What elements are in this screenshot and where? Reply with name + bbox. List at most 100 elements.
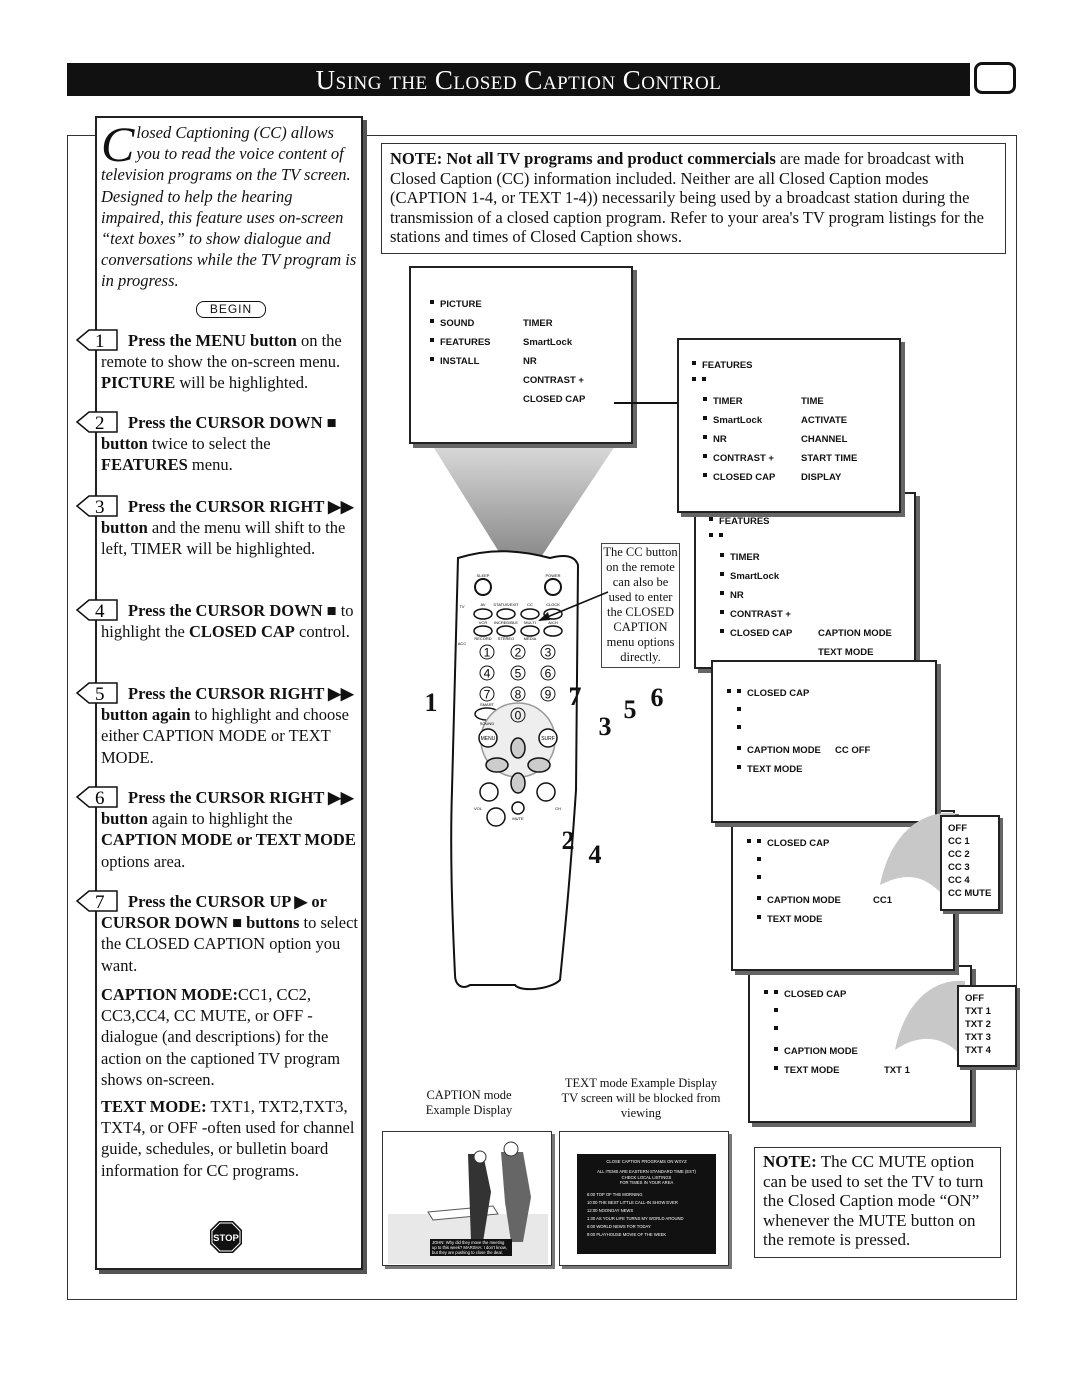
menu-item: PICTURE: [440, 299, 482, 310]
bullet-icon: [774, 990, 778, 994]
bullet-icon: [720, 572, 724, 576]
option-item: CC 3: [948, 862, 970, 873]
option-item: CC 1: [948, 836, 970, 847]
cursor-left-button[interactable]: [485, 757, 509, 773]
menu-item: CAPTION MODE: [767, 895, 841, 906]
step-3: 3 Press the CURSOR RIGHT ▶▶ button and th…: [75, 495, 361, 560]
step-1: 1 Press the MENU button on the remote to …: [75, 329, 361, 394]
features-menu-screen-2: FEATURES TIMER SmartLock NR CONTRAST + CLOSED…: [694, 492, 916, 669]
intro-text: Closed Captioning (CC) allows you to rea…: [101, 119, 359, 292]
bullet-icon: [757, 857, 761, 861]
bullet-icon: [703, 416, 707, 420]
caption-mode-options: OFF CC 1 CC 2 CC 3 CC 4 CC MUTE: [940, 815, 1000, 911]
step-text: Press the CURSOR RIGHT ▶▶ button and the…: [101, 496, 361, 560]
step-text: Press the CURSOR DOWN ■ button twice to …: [101, 412, 361, 476]
remote-button-label: STEREO: [498, 636, 514, 641]
menu-item: DISPLAY: [801, 472, 842, 483]
text: twice to select the: [147, 434, 271, 454]
caption-mode-caption: CAPTION mode Example Display: [425, 1088, 513, 1117]
bold-text: FEATURES: [101, 455, 188, 475]
cursor-down-button[interactable]: [510, 772, 526, 794]
bold-text: Press the MENU button: [128, 331, 297, 350]
option-item: OFF: [965, 993, 984, 1004]
step-number-badge: 6: [75, 786, 118, 809]
menu-label: MENU: [481, 736, 496, 742]
option-item: CC MUTE: [948, 888, 992, 899]
bullet-icon: [737, 689, 741, 693]
bullet-icon: [774, 1008, 778, 1012]
option-item: OFF: [948, 823, 967, 834]
text-mode-caption: TEXT mode Example Display TV screen will…: [561, 1076, 721, 1120]
remote-button-label: VOL: [474, 806, 483, 811]
step-text: Press the MENU button on the remote to s…: [101, 330, 361, 394]
option-item: CC 2: [948, 849, 970, 860]
surf-label: SURF: [541, 736, 555, 742]
step-4: 4 Press the CURSOR DOWN ■ to highlight th…: [75, 599, 361, 642]
cursor-right-button[interactable]: [527, 757, 551, 773]
step-text: Press the CURSOR RIGHT ▶▶ button again t…: [101, 787, 361, 872]
bullet-icon: [703, 473, 707, 477]
caption-subtitle: JOHN: Why did they move the meeting up t…: [430, 1239, 512, 1256]
bullet-icon: [703, 397, 707, 401]
menu-item: NR: [730, 590, 744, 601]
note-broadcast: NOTE: Not all TV programs and product co…: [381, 143, 1006, 254]
menu-item: NR: [523, 356, 537, 367]
bullet-icon: [703, 454, 707, 458]
menu-item: TIMER: [523, 318, 553, 329]
svg-text:7: 7: [95, 892, 105, 913]
text-mode-example-image: CLOSE CAPTION PROGRAMS ON WXYZ ALL ITEMS …: [559, 1131, 729, 1266]
option-item: TXT 4: [965, 1045, 991, 1056]
bold-text: Press the CURSOR UP ▶ or CURSOR DOWN ■ b…: [101, 892, 327, 933]
step-7: 7 Press the CURSOR UP ▶ or CURSOR DOWN ■ …: [75, 890, 361, 976]
bullet-icon: [727, 689, 731, 693]
menu-item: CLOSED CAP: [730, 628, 793, 639]
listing-row: 1:30 AS YOUR LIFE TURNS MY WORLD AROUND: [587, 1215, 684, 1221]
option-item: TXT 2: [965, 1019, 991, 1030]
bullet-icon: [692, 361, 696, 365]
bold-text: CAPTION MODE or TEXT MODE: [101, 830, 356, 850]
step-number-badge: 5: [75, 682, 118, 705]
option-item: CC 4: [948, 875, 970, 886]
menu-item: CLOSED CAP: [767, 838, 830, 849]
svg-text:1: 1: [95, 331, 105, 352]
cursor-up-button[interactable]: [510, 737, 526, 759]
remote-button-label: VCR: [479, 620, 488, 625]
bullet-icon: [737, 707, 741, 711]
tv-screen-icon: [974, 62, 1016, 94]
remote-button-label: RECORD: [474, 636, 491, 641]
menu-item: CONTRAST +: [523, 375, 584, 386]
bullet-icon: [720, 629, 724, 633]
step-tag: 7: [568, 682, 582, 711]
remote-button-label: ACC: [458, 641, 467, 646]
option-item: TXT 1: [965, 1006, 991, 1017]
menu-item: NR: [713, 434, 727, 445]
svg-text:4: 4: [95, 601, 105, 622]
svg-text:3: 3: [95, 497, 105, 518]
listing-row: 12:00 NOONDAY NEWS: [587, 1207, 634, 1213]
intro-body: losed Captioning (CC) allows you to read…: [101, 123, 357, 291]
bold-text: TEXT MODE:: [101, 1097, 207, 1116]
begin-badge: BEGIN: [196, 301, 266, 318]
step-2: 2 Press the CURSOR DOWN ■ button twice to…: [75, 411, 361, 476]
svg-text:6: 6: [95, 788, 105, 809]
menu-item: FEATURES: [440, 337, 491, 348]
bullet-icon: [737, 725, 741, 729]
step-number-badge: 1: [75, 329, 118, 352]
remote-button-label: SMART: [480, 702, 494, 707]
remote-button-label: SLEEP: [477, 573, 490, 578]
bold-text: CLOSED CAP: [189, 622, 295, 642]
note-bold: NOTE:: [763, 1152, 817, 1171]
svg-text:2: 2: [95, 413, 105, 434]
stop-label: STOP: [213, 1233, 239, 1244]
menu-item: INSTALL: [440, 356, 480, 367]
menu-item: CAPTION MODE: [784, 1046, 858, 1057]
closed-cap-menu-screen: CLOSED CAP CAPTION MODE TEXT MODE CC OFF: [711, 660, 937, 823]
caption-mode-description: CAPTION MODE:CC1, CC2, CC3,CC4, CC MUTE,…: [101, 984, 359, 1090]
text: again to highlight the: [147, 809, 293, 829]
digit-label: 8: [515, 688, 522, 702]
menu-item: CC OFF: [835, 745, 871, 756]
digit-label: 0: [515, 709, 522, 723]
menu-item: TEXT MODE: [784, 1065, 840, 1076]
digit-label: 4: [484, 667, 491, 681]
step-tag: 1: [424, 688, 438, 717]
